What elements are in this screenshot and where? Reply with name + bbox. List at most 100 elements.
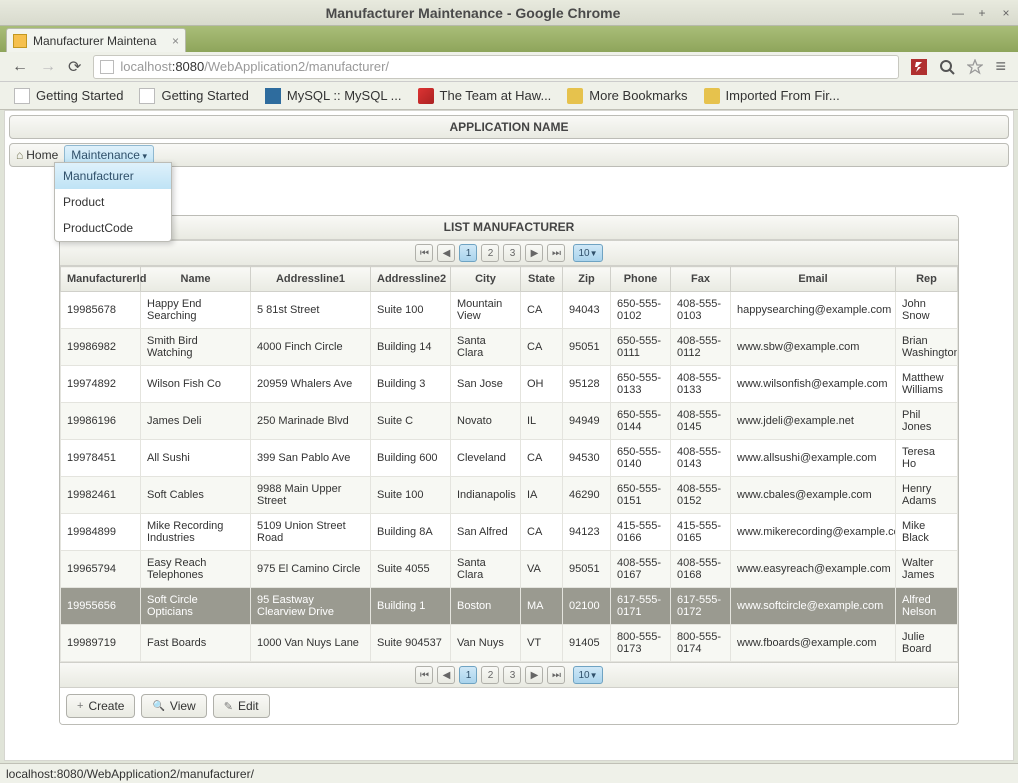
cell-state: CA <box>521 292 563 329</box>
col-name[interactable]: Name <box>141 267 251 292</box>
browser-tab[interactable]: Manufacturer Maintena × <box>6 28 186 52</box>
bookmark-imported[interactable]: Imported From Fir... <box>696 88 848 104</box>
flash-icon[interactable] <box>908 56 930 78</box>
table-row[interactable]: 19985678Happy End Searching5 81st Street… <box>61 292 958 329</box>
table-row[interactable]: 19986196James Deli250 Marinade BlvdSuite… <box>61 403 958 440</box>
menu-icon[interactable]: ≡ <box>989 56 1012 77</box>
table-row[interactable]: 19974892Wilson Fish Co20959 Whalers AveB… <box>61 366 958 403</box>
cell-rep: Mike Black <box>896 514 958 551</box>
cell-phone: 650-555-0144 <box>611 403 671 440</box>
table-row[interactable]: 19978451All Sushi399 San Pablo AveBuildi… <box>61 440 958 477</box>
col-rep[interactable]: Rep <box>896 267 958 292</box>
cell-phone: 800-555-0173 <box>611 625 671 662</box>
view-button[interactable]: View <box>141 694 206 718</box>
cell-a2: Suite 4055 <box>371 551 451 588</box>
cell-phone: 650-555-0102 <box>611 292 671 329</box>
cell-rep: Teresa Ho <box>896 440 958 477</box>
table-row[interactable]: 19982461Soft Cables9988 Main Upper Stree… <box>61 477 958 514</box>
cell-email: www.easyreach@example.com <box>731 551 896 588</box>
cell-phone: 415-555-0166 <box>611 514 671 551</box>
col-email[interactable]: Email <box>731 267 896 292</box>
url-host: localhost <box>120 59 171 74</box>
cell-name: James Deli <box>141 403 251 440</box>
cell-zip: 94530 <box>563 440 611 477</box>
cell-city: San Alfred <box>451 514 521 551</box>
zoom-icon[interactable] <box>936 56 958 78</box>
page-first-icon[interactable]: ⏮ <box>415 244 433 262</box>
url-port: :8080 <box>172 59 205 74</box>
bookmark-team[interactable]: The Team at Haw... <box>410 88 560 104</box>
table-row[interactable]: 19955656Soft Circle Opticians95 Eastway … <box>61 588 958 625</box>
reload-icon[interactable]: ⟳ <box>62 57 87 77</box>
cell-a1: 975 El Camino Circle <box>251 551 371 588</box>
cell-zip: 91405 <box>563 625 611 662</box>
col-addressline2[interactable]: Addressline2 <box>371 267 451 292</box>
page-size-select[interactable]: 10 <box>573 244 602 262</box>
col-manufacturerid[interactable]: ManufacturerId <box>61 267 141 292</box>
page-1[interactable]: 1 <box>459 244 477 262</box>
cell-zip: 95051 <box>563 329 611 366</box>
cell-a2: Building 8A <box>371 514 451 551</box>
close-icon[interactable]: × <box>999 6 1013 20</box>
page-next-icon[interactable]: ▶ <box>525 244 543 262</box>
dropdown-item-product[interactable]: Product <box>55 189 171 215</box>
back-icon[interactable]: ← <box>6 58 34 76</box>
cell-email: www.jdeli@example.net <box>731 403 896 440</box>
page-1[interactable]: 1 <box>459 666 477 684</box>
minimize-icon[interactable]: — <box>951 6 965 20</box>
table-row[interactable]: 19984899Mike Recording Industries5109 Un… <box>61 514 958 551</box>
col-phone[interactable]: Phone <box>611 267 671 292</box>
bookmark-getting-started-1[interactable]: Getting Started <box>6 88 131 104</box>
page-prev-icon[interactable]: ◀ <box>437 244 455 262</box>
breadcrumb-home[interactable]: Home <box>16 148 58 162</box>
cell-phone: 650-555-0111 <box>611 329 671 366</box>
col-addressline1[interactable]: Addressline1 <box>251 267 371 292</box>
cell-rep: Alfred Nelson <box>896 588 958 625</box>
dropdown-item-productcode[interactable]: ProductCode <box>55 215 171 241</box>
dropdown-item-manufacturer[interactable]: Manufacturer <box>55 163 171 189</box>
page-last-icon[interactable]: ⏭ <box>547 244 565 262</box>
edit-button[interactable]: Edit <box>213 694 270 718</box>
bookmark-mysql[interactable]: MySQL :: MySQL ... <box>257 88 410 104</box>
cell-a2: Suite 904537 <box>371 625 451 662</box>
tab-title: Manufacturer Maintena <box>33 34 156 48</box>
cell-state: IL <box>521 403 563 440</box>
cell-fax: 408-555-0152 <box>671 477 731 514</box>
cell-rep: John Snow <box>896 292 958 329</box>
page-size-select[interactable]: 10 <box>573 666 602 684</box>
cell-a1: 9988 Main Upper Street <box>251 477 371 514</box>
create-button[interactable]: Create <box>66 694 135 718</box>
col-fax[interactable]: Fax <box>671 267 731 292</box>
url-bar[interactable]: localhost :8080 /WebApplication2/manufac… <box>93 55 899 79</box>
cell-fax: 408-555-0168 <box>671 551 731 588</box>
bookmark-getting-started-2[interactable]: Getting Started <box>131 88 256 104</box>
favicon-icon <box>13 34 27 48</box>
page-3[interactable]: 3 <box>503 666 521 684</box>
page-2[interactable]: 2 <box>481 244 499 262</box>
page-last-icon[interactable]: ⏭ <box>547 666 565 684</box>
cell-phone: 650-555-0133 <box>611 366 671 403</box>
table-row[interactable]: 19965794Easy Reach Telephones975 El Cami… <box>61 551 958 588</box>
cell-name: All Sushi <box>141 440 251 477</box>
cell-state: CA <box>521 514 563 551</box>
maximize-icon[interactable]: + <box>975 6 989 20</box>
table-row[interactable]: 19989719Fast Boards1000 Van Nuys LaneSui… <box>61 625 958 662</box>
table-row[interactable]: 19986982Smith Bird Watching4000 Finch Ci… <box>61 329 958 366</box>
page-next-icon[interactable]: ▶ <box>525 666 543 684</box>
col-city[interactable]: City <box>451 267 521 292</box>
page-3[interactable]: 3 <box>503 244 521 262</box>
page-prev-icon[interactable]: ◀ <box>437 666 455 684</box>
star-icon[interactable] <box>964 56 986 78</box>
bookmark-more[interactable]: More Bookmarks <box>559 88 695 104</box>
list-panel: LIST MANUFACTURER ⏮ ◀ 1 2 3 ▶ ⏭ 10 Manuf… <box>59 215 959 725</box>
panel-footer: Create View Edit <box>60 688 958 724</box>
col-state[interactable]: State <box>521 267 563 292</box>
page-first-icon[interactable]: ⏮ <box>415 666 433 684</box>
cell-email: www.cbales@example.com <box>731 477 896 514</box>
cell-zip: 95051 <box>563 551 611 588</box>
tab-close-icon[interactable]: × <box>172 34 179 48</box>
page-2[interactable]: 2 <box>481 666 499 684</box>
cell-zip: 94043 <box>563 292 611 329</box>
cell-a2: Building 600 <box>371 440 451 477</box>
col-zip[interactable]: Zip <box>563 267 611 292</box>
